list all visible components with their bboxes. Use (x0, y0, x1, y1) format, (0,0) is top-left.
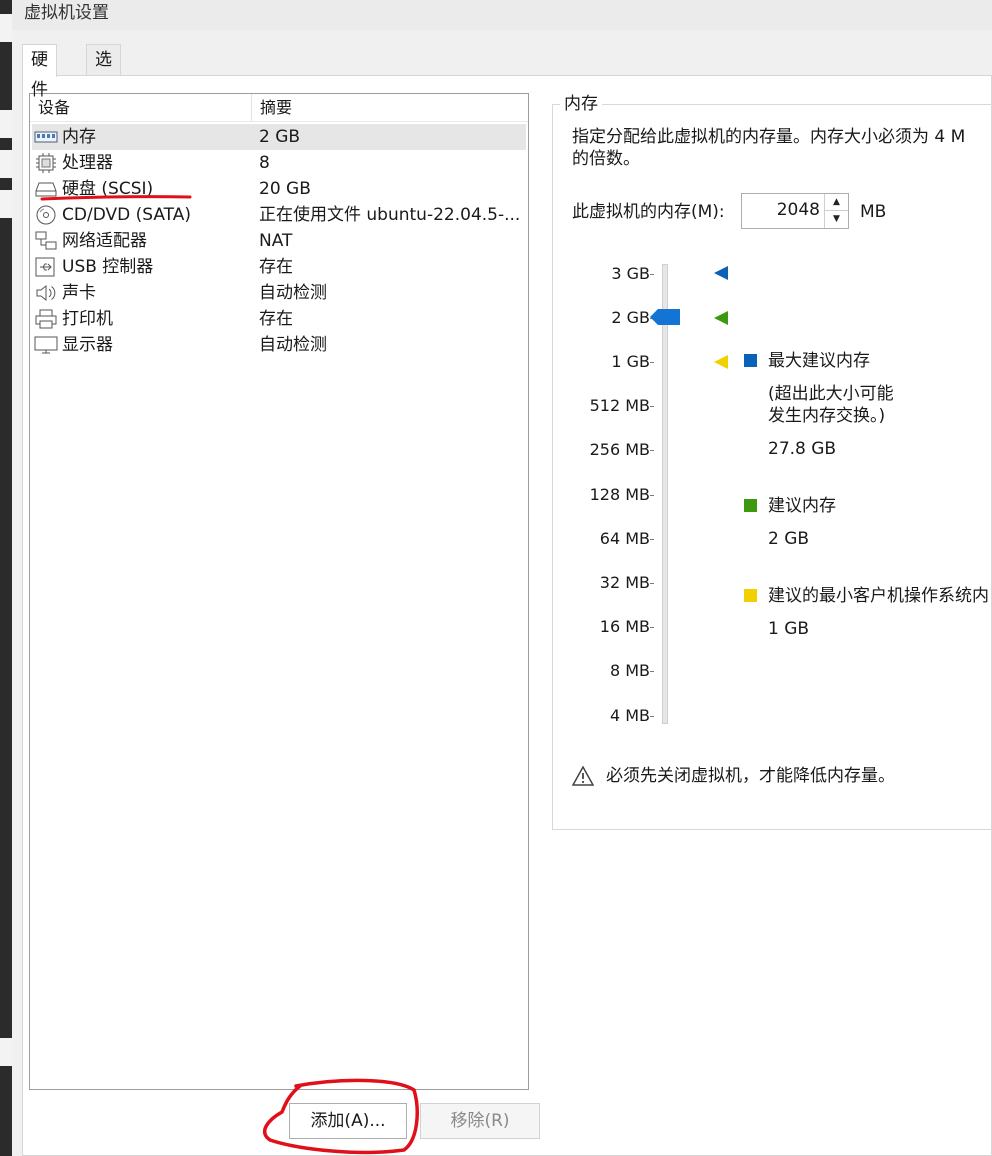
device-row-processor[interactable]: 处理器 8 (32, 150, 526, 176)
scale-tick (650, 362, 654, 363)
spin-down-button[interactable]: ▼ (825, 211, 848, 228)
background-fragment (0, 190, 12, 218)
device-row-usb[interactable]: USB 控制器 存在 (32, 254, 526, 280)
background-window-strip (0, 0, 12, 1156)
device-list[interactable]: 设备 摘要 内存 2 GB 处理器 8 硬盘 (SCSI) 20 GB CD/D… (29, 93, 529, 1090)
device-summary: 正在使用文件 ubuntu-22.04.5-... (259, 205, 521, 225)
column-header-device[interactable]: 设备 (30, 94, 252, 122)
device-name: 处理器 (62, 153, 113, 173)
processor-icon (36, 153, 56, 173)
scale-label: 64 MB (599, 529, 650, 548)
sound-card-icon (36, 284, 56, 302)
memory-icon (34, 131, 58, 143)
warning-icon (572, 766, 594, 786)
scale-tick (650, 627, 654, 628)
min-guest-value: 1 GB (768, 619, 810, 639)
usb-icon (35, 257, 55, 277)
scale-label: 32 MB (599, 573, 650, 592)
device-summary: 20 GB (259, 179, 311, 199)
device-row-memory[interactable]: 内存 2 GB (32, 124, 526, 150)
device-summary: 自动检测 (259, 335, 327, 355)
scale-tick (650, 716, 654, 717)
device-summary: 自动检测 (259, 283, 327, 303)
tab-hardware[interactable]: 硬件 (22, 44, 57, 100)
device-summary: 存在 (259, 309, 293, 329)
memory-value-input[interactable]: 2048 (777, 194, 820, 226)
min-guest-label: 建议的最小客户机操作系统内 (768, 586, 989, 606)
device-name: 硬盘 (SCSI) (62, 179, 154, 199)
device-name: 打印机 (62, 309, 113, 329)
memory-spinbox[interactable]: 2048 ▲ ▼ (741, 193, 849, 229)
device-row-cd-dvd[interactable]: CD/DVD (SATA) 正在使用文件 ubuntu-22.04.5-... (32, 202, 526, 228)
column-header-summary[interactable]: 摘要 (252, 94, 528, 122)
memory-group-title: 内存 (560, 94, 602, 114)
scale-tick (650, 450, 654, 451)
cd-dvd-icon (36, 205, 56, 225)
tab-options[interactable]: 选项 (86, 44, 121, 100)
device-row-display[interactable]: 显示器 自动检测 (32, 332, 526, 358)
scale-tick (650, 274, 654, 275)
spin-arrows: ▲ ▼ (824, 194, 848, 228)
scale-label: 4 MB (609, 706, 650, 725)
max-recommended-legend-swatch (744, 354, 757, 367)
hard-disk-icon (35, 182, 57, 197)
device-name: 网络适配器 (62, 231, 147, 251)
background-fragment (0, 14, 12, 42)
add-button[interactable]: 添加(A)... (289, 1103, 407, 1139)
recommended-label: 建议内存 (768, 496, 836, 516)
device-summary: 存在 (259, 257, 293, 277)
printer-icon (35, 309, 57, 329)
scale-label: 3 GB (611, 264, 650, 283)
max-recommended-label: 最大建议内存 (768, 351, 870, 371)
spin-up-button[interactable]: ▲ (825, 194, 848, 211)
memory-description: 指定分配给此虚拟机的内存量。内存大小必须为 4 M 的倍数。 (572, 127, 966, 169)
scale-tick (650, 583, 654, 584)
scale-label: 512 MB (589, 396, 650, 415)
remove-button[interactable]: 移除(R) (420, 1103, 540, 1139)
device-row-hard-disk[interactable]: 硬盘 (SCSI) 20 GB (32, 176, 526, 202)
scale-tick (650, 406, 654, 407)
device-name: 声卡 (62, 283, 96, 303)
min-guest-legend-swatch (744, 589, 757, 602)
recommended-legend-swatch (744, 499, 757, 512)
recommended-marker-icon (714, 311, 728, 325)
min-guest-marker-icon (714, 355, 728, 369)
device-summary: 8 (259, 153, 270, 173)
window-title: 虚拟机设置 (12, 0, 992, 30)
scale-tick (650, 495, 654, 496)
scale-label: 1 GB (611, 352, 650, 371)
network-adapter-icon (35, 231, 57, 250)
background-fragment (0, 150, 12, 178)
background-fragment (0, 110, 12, 138)
display-icon (34, 336, 58, 354)
scale-label: 128 MB (589, 485, 650, 504)
device-row-sound-card[interactable]: 声卡 自动检测 (32, 280, 526, 306)
background-fragment (0, 1038, 12, 1066)
device-name: 显示器 (62, 335, 113, 355)
device-row-network-adapter[interactable]: 网络适配器 NAT (32, 228, 526, 254)
scale-label: 256 MB (589, 440, 650, 459)
device-row-printer[interactable]: 打印机 存在 (32, 306, 526, 332)
scale-tick (650, 539, 654, 540)
device-summary: NAT (259, 231, 293, 251)
scale-tick (650, 671, 654, 672)
max-recommended-marker-icon (714, 266, 728, 280)
scale-label: 2 GB (611, 308, 650, 327)
recommended-value: 2 GB (768, 529, 810, 549)
memory-unit: MB (860, 202, 887, 222)
device-name: USB 控制器 (62, 257, 154, 277)
memory-slider-thumb[interactable] (650, 309, 680, 325)
memory-field-label: 此虚拟机的内存(M): (572, 202, 725, 222)
warning-text: 必须先关闭虚拟机，才能降低内存量。 (606, 766, 895, 786)
device-summary: 2 GB (259, 127, 301, 147)
list-header: 设备 摘要 (30, 94, 528, 122)
scale-label: 16 MB (599, 617, 650, 636)
max-recommended-value: 27.8 GB (768, 439, 837, 459)
max-recommended-note: (超出此大小可能 发生内存交换。) (768, 384, 894, 426)
device-name: CD/DVD (SATA) (62, 205, 191, 225)
memory-slider-track[interactable] (662, 264, 668, 724)
scale-label: 8 MB (609, 661, 650, 680)
device-name: 内存 (62, 127, 96, 147)
